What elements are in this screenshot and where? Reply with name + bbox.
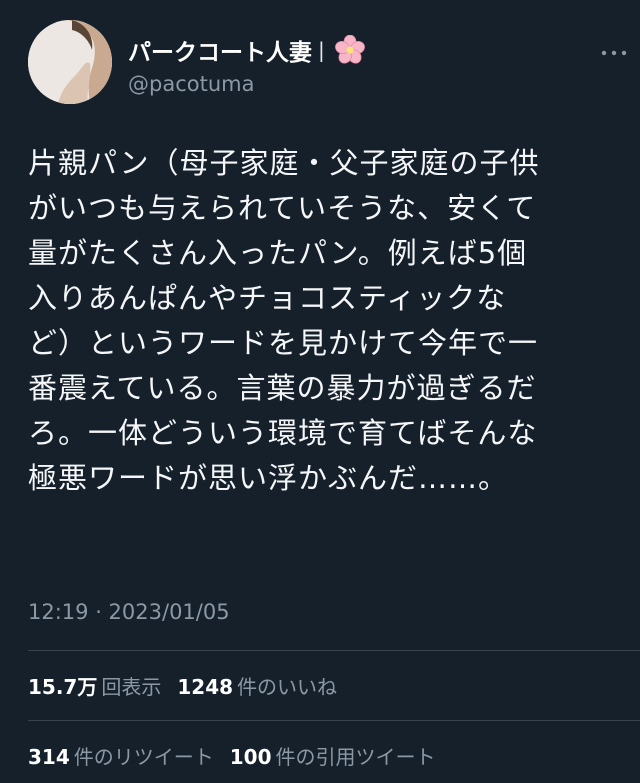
views-count: 15.7万 <box>28 675 98 699</box>
quotes-count[interactable]: 100 <box>230 745 272 769</box>
user-handle[interactable]: @pacotuma <box>128 72 254 96</box>
more-options-icon[interactable] <box>600 44 628 56</box>
tweet-detail: パークコート人妻 | @pacotuma 片親パン（母子家庭・父子家庭の子供 が… <box>0 0 640 783</box>
retweets-label[interactable]: 件のリツイート <box>74 741 214 770</box>
likes-count[interactable]: 1248 <box>177 675 233 699</box>
cherry-blossom-icon <box>334 34 365 65</box>
views-likes-row: 15.7万 回表示 1248 件のいいね <box>28 671 337 700</box>
name-row: パークコート人妻 | <box>128 34 365 66</box>
tweet-timestamp[interactable]: 12:19 · 2023/01/05 <box>28 600 230 624</box>
display-name[interactable]: パークコート人妻 <box>128 33 312 67</box>
likes-label[interactable]: 件のいいね <box>237 671 337 700</box>
avatar[interactable] <box>28 20 112 104</box>
quotes-label[interactable]: 件の引用ツイート <box>276 741 436 770</box>
retweets-quotes-row: 314 件のリツイート 100 件の引用ツイート <box>28 741 436 770</box>
tweet-header: パークコート人妻 | @pacotuma <box>28 20 628 110</box>
tweet-text: 片親パン（母子家庭・父子家庭の子供 がいつも与えられていそうな、安くて 量がたく… <box>28 146 540 495</box>
retweets-count[interactable]: 314 <box>28 745 70 769</box>
views-label: 回表示 <box>101 675 162 699</box>
divider <box>28 650 640 651</box>
name-separator: | <box>318 38 325 62</box>
divider <box>28 720 640 721</box>
